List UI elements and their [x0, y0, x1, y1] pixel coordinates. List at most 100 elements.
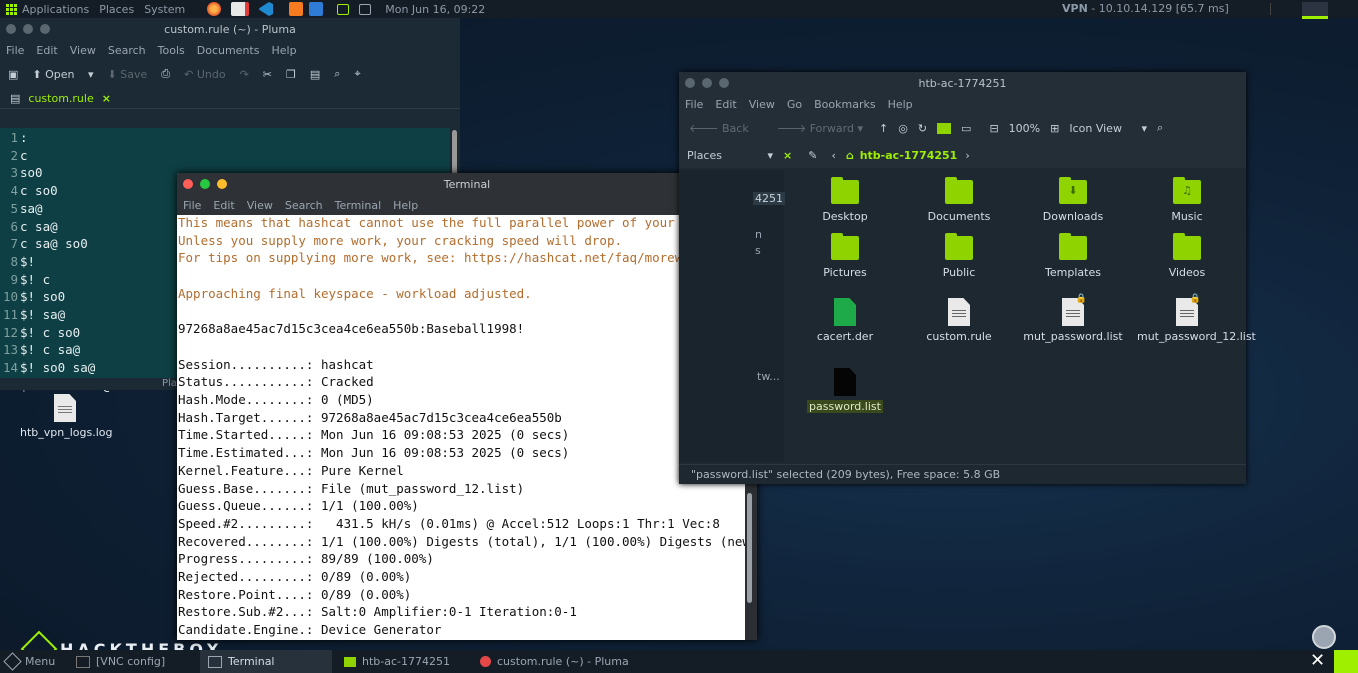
applications-grid-icon[interactable]	[6, 4, 16, 14]
menu-view[interactable]: View	[247, 199, 273, 212]
pluma-titlebar[interactable]: custom.rule (~) - Pluma	[0, 18, 460, 40]
file-item[interactable]: Templates	[1023, 236, 1123, 279]
terminal-titlebar[interactable]: Terminal	[177, 173, 757, 195]
zoom-out-icon[interactable]: ⊟	[989, 122, 998, 135]
taskbar-item-vnc-config[interactable]: [VNC config]	[76, 650, 165, 673]
folder-home-icon[interactable]	[937, 123, 951, 134]
network-tool-icon[interactable]	[309, 2, 323, 16]
taskbar-item-terminal[interactable]: Terminal	[200, 650, 332, 673]
up-arrow-icon[interactable]: ↑	[879, 122, 888, 135]
close-x-icon[interactable]: ✕	[1310, 652, 1325, 670]
menu-search[interactable]: Search	[108, 44, 146, 57]
save-button[interactable]: ⬇ Save	[108, 68, 148, 81]
breadcrumb[interactable]: ⌂htb-ac-1774251	[846, 149, 958, 162]
back-button[interactable]: 🡐 Back	[689, 121, 749, 135]
forward-button[interactable]: 🡒 Forward ▾	[777, 121, 863, 135]
taskbar-item-file-manager[interactable]: htb-ac-1774251	[344, 650, 450, 673]
open-button[interactable]: ⬆ Open ▾	[32, 68, 93, 81]
menu-button[interactable]: Menu	[6, 650, 55, 673]
menu-file[interactable]: File	[183, 199, 201, 212]
burp-icon[interactable]	[289, 2, 303, 16]
file-item[interactable]: 🔒mut_password_12.list	[1137, 298, 1237, 343]
home-target-icon[interactable]: ◎	[898, 122, 908, 135]
file-item[interactable]: Videos	[1137, 236, 1237, 279]
menu-file[interactable]: File	[685, 98, 703, 111]
menu-tools[interactable]: Tools	[158, 44, 185, 57]
menu-edit[interactable]: Edit	[213, 199, 234, 212]
workspace-switcher[interactable]	[1302, 2, 1328, 19]
close-button[interactable]	[685, 78, 695, 88]
vscode-icon[interactable]	[259, 2, 273, 16]
undo-button[interactable]: ↶ Undo	[184, 68, 225, 81]
close-tab-icon[interactable]: ×	[102, 92, 111, 105]
file-item[interactable]: Documents	[909, 180, 1009, 223]
file-item[interactable]: Desktop	[795, 180, 895, 223]
paste-icon[interactable]: ▤	[310, 68, 320, 81]
file-item[interactable]: 🔒mut_password.list	[1023, 298, 1123, 343]
menu-terminal[interactable]: Terminal	[335, 199, 382, 212]
places-selector[interactable]: Places ▾	[679, 149, 783, 162]
file-item[interactable]: ♫Music	[1137, 180, 1237, 223]
cut-icon[interactable]: ✂	[263, 68, 272, 81]
menu-bookmarks[interactable]: Bookmarks	[814, 98, 875, 111]
file-manager-titlebar[interactable]: htb-ac-1774251	[679, 72, 1246, 94]
zoom-in-icon[interactable]: ⊞	[1050, 122, 1059, 135]
reload-icon[interactable]: ↻	[918, 122, 927, 135]
file-item[interactable]: cacert.der	[795, 298, 895, 343]
places-menu[interactable]: Places	[99, 3, 134, 16]
maximize-button[interactable]	[719, 78, 729, 88]
terminal-scrollbar[interactable]	[747, 493, 752, 603]
menu-help[interactable]: Help	[888, 98, 913, 111]
minimize-button[interactable]	[217, 179, 227, 189]
menu-documents[interactable]: Documents	[197, 44, 260, 57]
file-item[interactable]: password.list	[795, 368, 895, 413]
computer-icon[interactable]: ▭	[961, 122, 971, 135]
applications-menu[interactable]: Applications	[22, 3, 89, 16]
menu-view[interactable]: View	[749, 98, 775, 111]
new-document-icon[interactable]: ▣	[8, 68, 18, 81]
minimize-button[interactable]	[702, 78, 712, 88]
maximize-button[interactable]	[40, 24, 50, 34]
desktop-icon-htb-vpn-logs[interactable]: htb_vpn_logs.log	[20, 394, 110, 439]
search-icon[interactable]: ⌕	[1157, 121, 1163, 135]
menu-view[interactable]: View	[70, 44, 96, 57]
search-icon[interactable]: ⌕	[334, 67, 340, 81]
minimize-button[interactable]	[23, 24, 33, 34]
breadcrumb-right-icon[interactable]: ›	[965, 149, 969, 162]
edit-location-icon[interactable]: ✎	[808, 149, 817, 162]
menu-help[interactable]: Help	[271, 44, 296, 57]
file-item[interactable]: ⬇Downloads	[1023, 180, 1123, 223]
file-icon-view[interactable]: Desktop Documents ⬇Downloads ♫Music Pictures…	[785, 170, 1246, 462]
files-launcher-icon[interactable]	[359, 4, 371, 15]
system-menu[interactable]: System	[144, 3, 185, 16]
menu-file[interactable]: File	[6, 44, 24, 57]
chevron-down-icon[interactable]: ▾	[88, 68, 94, 81]
file-item[interactable]: Pictures	[795, 236, 895, 279]
trash-icon[interactable]	[1312, 625, 1336, 649]
terminal-output[interactable]: This means that hashcat cannot use the f…	[177, 215, 745, 640]
maximize-button[interactable]	[200, 179, 210, 189]
close-sidebar-icon[interactable]: ×	[783, 149, 792, 162]
copy-icon[interactable]: ❐	[286, 68, 296, 81]
tab-custom-rule[interactable]: ▤ custom.rule ×	[10, 92, 111, 105]
menu-go[interactable]: Go	[787, 98, 802, 111]
breadcrumb-left-icon[interactable]: ‹	[831, 149, 835, 162]
menu-edit[interactable]: Edit	[36, 44, 57, 57]
redo-icon[interactable]: ↷	[240, 68, 249, 81]
taskbar-item-pluma[interactable]: custom.rule (~) - Pluma	[480, 650, 629, 673]
close-button[interactable]	[6, 24, 16, 34]
print-icon[interactable]: ⎙	[161, 67, 170, 81]
view-mode-select[interactable]: Icon View ▾	[1069, 122, 1147, 135]
menu-search[interactable]: Search	[285, 199, 323, 212]
text-editor-icon[interactable]	[231, 2, 249, 16]
terminal-launcher-icon[interactable]	[337, 4, 349, 15]
places-sidebar[interactable]: 4251 n s tw...	[679, 170, 784, 462]
menu-edit[interactable]: Edit	[715, 98, 736, 111]
file-item[interactable]: custom.rule	[909, 298, 1009, 343]
replace-icon[interactable]: ⌖	[354, 67, 360, 81]
clock[interactable]: Mon Jun 16, 09:22	[385, 3, 485, 16]
close-button[interactable]	[183, 179, 193, 189]
file-item[interactable]: Public	[909, 236, 1009, 279]
menu-help[interactable]: Help	[393, 199, 418, 212]
firefox-icon[interactable]	[207, 2, 221, 16]
